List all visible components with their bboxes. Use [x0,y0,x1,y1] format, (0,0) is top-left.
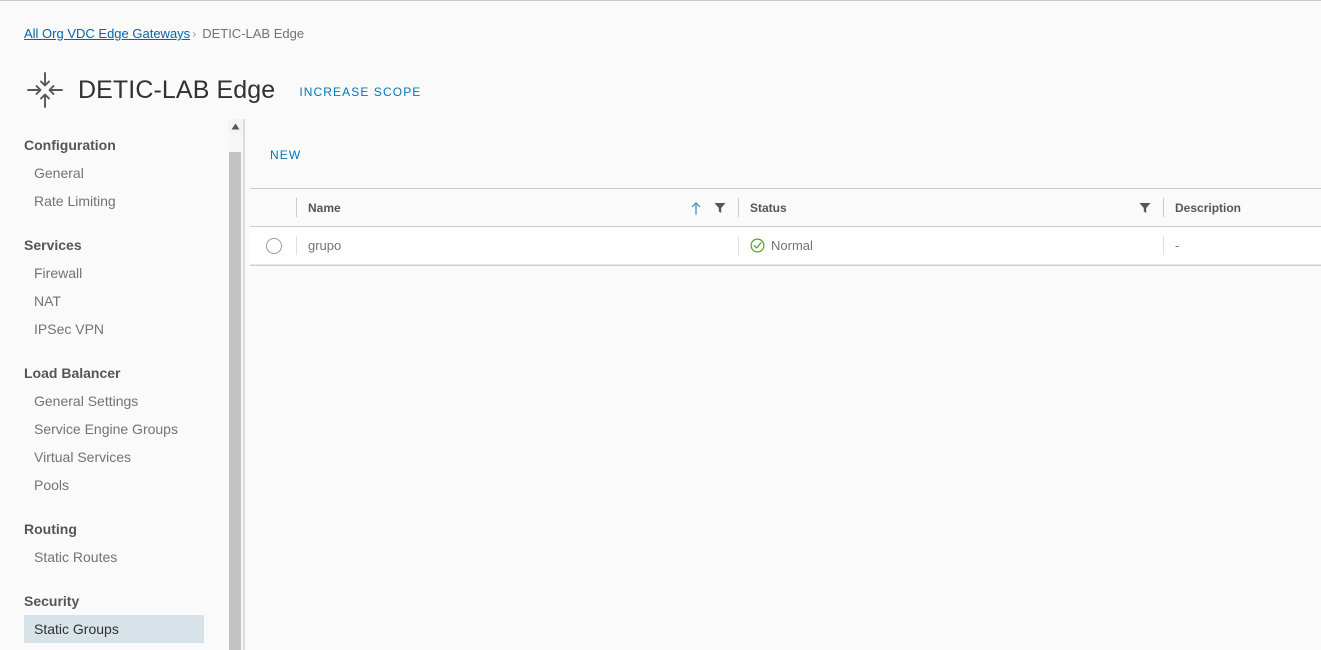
sidebar-item-ip-sets[interactable]: IP Sets [24,643,204,650]
scrollbar-up-button[interactable] [228,119,243,134]
sidebar-group: Services Firewall NAT IPSec VPN [0,231,228,343]
sidebar-item-rate-limiting[interactable]: Rate Limiting [24,187,204,215]
edge-gateway-scope-icon [24,69,66,111]
sidebar-item-ipsec-vpn[interactable]: IPSec VPN [24,315,204,343]
page-header: DETIC-LAB Edge INCREASE SCOPE [24,67,421,113]
sidebar-group-header-configuration: Configuration [24,137,116,153]
sidebar-item-static-routes[interactable]: Static Routes [24,543,204,571]
table-header-description-label: Description [1175,200,1242,215]
row-name-cell: grupo [296,227,738,264]
sidebar-scrollbar[interactable] [228,119,244,650]
row-status-cell: Normal [738,227,1163,264]
sidebar-group-header-security: Security [24,593,80,609]
row-radio-button[interactable] [266,237,282,254]
sidebar-item-general-settings[interactable]: General Settings [24,387,204,415]
sidebar-group: Load Balancer General Settings Service Eng… [0,359,228,499]
increase-scope-button[interactable]: INCREASE SCOPE [299,82,421,99]
sidebar-nav: Configuration General Rate Limiting Service… [0,119,228,650]
table-header-status[interactable]: Status [738,189,1163,226]
table-header-description[interactable]: Description [1163,189,1321,226]
breadcrumb: All Org VDC Edge Gateways › DETIC-LAB Ed… [24,25,304,43]
scrollbar-thumb[interactable] [229,152,241,650]
new-button[interactable]: NEW [270,148,301,162]
table-header-select [250,189,296,226]
sidebar-item-virtual-services[interactable]: Virtual Services [24,443,204,471]
sidebar-item-general[interactable]: General [24,159,204,187]
sidebar-group-header-load-balancer: Load Balancer [24,365,121,381]
breadcrumb-current: DETIC-LAB Edge [202,26,305,41]
scrollbar-track[interactable] [228,134,243,650]
filter-icon-status[interactable] [1139,202,1151,214]
sidebar-group-header-services: Services [24,237,82,253]
caret-up-icon [231,123,240,130]
sidebar-group: Routing Static Routes [0,515,228,571]
table-header-name-label: Name [308,200,341,215]
sidebar-item-service-engine-groups[interactable]: Service Engine Groups [24,415,204,443]
table-header-name[interactable]: Name [296,189,738,226]
sidebar-item-nat[interactable]: NAT [24,287,204,315]
table-row[interactable]: grupo Normal - [250,227,1321,265]
sidebar-item-pools[interactable]: Pools [24,471,204,499]
grid-toolbar: NEW [270,144,301,166]
breadcrumb-link-all-org-vdc-edge-gateways[interactable]: All Org VDC Edge Gateways [24,25,190,43]
sidebar-item-static-groups[interactable]: Static Groups [24,615,204,643]
static-groups-table: Name Status Description grupo Normal - [250,188,1321,266]
sort-ascending-icon[interactable] [690,201,702,215]
breadcrumb-separator-icon: › [192,27,197,41]
table-header-row: Name Status Description [250,189,1321,227]
status-ok-icon [750,238,765,253]
sidebar-item-firewall[interactable]: Firewall [24,259,204,287]
row-name-value: grupo [308,238,342,253]
row-select-cell[interactable] [250,227,296,264]
row-description-cell: - [1163,227,1321,264]
sidebar-group-header-routing: Routing [24,521,77,537]
row-status-value: Normal [771,238,813,253]
sidebar-group: SecurityStatic GroupsIP SetsApplication … [0,587,228,650]
filter-icon-name[interactable] [714,202,726,214]
page-title: DETIC-LAB Edge [78,75,276,104]
table-header-status-label: Status [750,200,787,215]
edge-gateway-page: All Org VDC Edge Gateways › DETIC-LAB Ed… [0,0,1321,650]
main-content: NEW Name Status Description grupo Normal… [245,119,1321,650]
row-description-value: - [1175,238,1180,253]
sidebar-group: Configuration General Rate Limiting [0,131,228,215]
